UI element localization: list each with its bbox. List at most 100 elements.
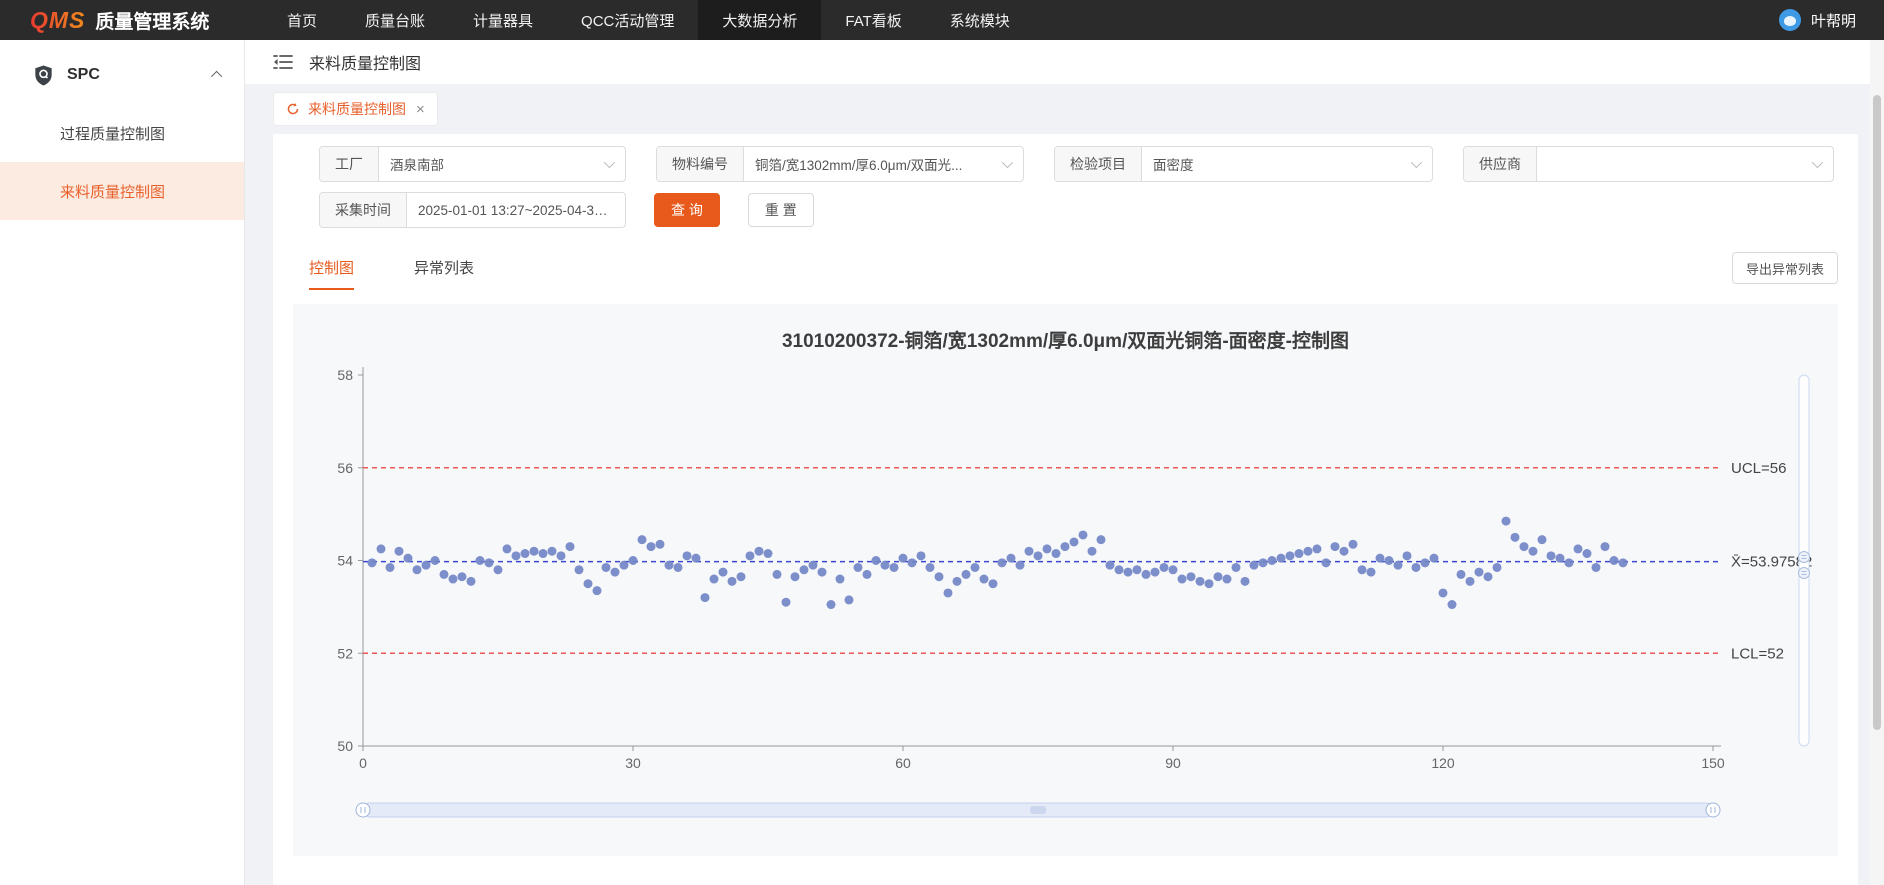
data-point	[1061, 542, 1070, 551]
sidebar-group-spc[interactable]: SPC	[0, 46, 244, 104]
data-point	[1394, 561, 1403, 570]
nav-item-fat-board[interactable]: FAT看板	[821, 0, 925, 40]
user-avatar[interactable]	[1779, 9, 1801, 31]
close-icon[interactable]: ×	[416, 102, 425, 117]
data-point	[827, 600, 836, 609]
data-point	[1169, 565, 1178, 574]
control-chart[interactable]: 50525456580306090120150UCL=56X̄=53.97582…	[293, 353, 1819, 849]
svg-text:LCL=52: LCL=52	[1731, 645, 1784, 662]
page-title: 来料质量控制图	[309, 50, 421, 74]
filter-collect-time-label: 采集时间	[320, 193, 407, 227]
scatter-points[interactable]	[368, 517, 1628, 609]
date-range-input[interactable]: 2025-01-01 13:27~2025-04-30 13:27	[407, 203, 625, 218]
data-point	[530, 547, 539, 556]
factory-select[interactable]: 酒泉南部	[379, 154, 604, 174]
filter-row-2: 采集时间 2025-01-01 13:27~2025-04-30 13:27 查…	[319, 192, 1834, 228]
x-datazoom-handle	[356, 803, 370, 817]
data-point	[854, 563, 863, 572]
data-point	[908, 558, 917, 567]
nav-item-bigdata[interactable]: 大数据分析	[698, 0, 821, 40]
sidebar-item-incoming-quality-chart[interactable]: 来料质量控制图	[0, 162, 244, 220]
nav-item-measuring-tools[interactable]: 计量器具	[449, 0, 557, 40]
data-point	[1025, 547, 1034, 556]
data-point	[566, 542, 575, 551]
filter-supplier: 供应商	[1463, 146, 1834, 182]
export-anomaly-button[interactable]: 导出异常列表	[1732, 252, 1838, 284]
data-point	[872, 556, 881, 565]
data-point	[1097, 535, 1106, 544]
data-point	[1385, 556, 1394, 565]
chart-panel: 31010200372-铜箔/宽1302mm/厚6.0μm/双面光铜箔-面密度-…	[293, 304, 1838, 856]
inspection-select[interactable]: 面密度	[1142, 154, 1411, 174]
tab-chip[interactable]: 来料质量控制图 ×	[273, 92, 438, 126]
data-point	[1070, 537, 1079, 546]
menu-fold-icon[interactable]	[273, 54, 293, 70]
material-select[interactable]: 铜箔/宽1302mm/厚6.0μm/双面光...	[744, 154, 1002, 174]
nav-item-qcc[interactable]: QCC活动管理	[557, 0, 698, 40]
filter-material: 物料编号 铜箔/宽1302mm/厚6.0μm/双面光...	[656, 146, 1024, 182]
data-point	[1466, 577, 1475, 586]
data-point	[818, 568, 827, 577]
scrollbar-thumb[interactable]	[1873, 95, 1881, 730]
open-tabs-bar: 来料质量控制图 ×	[245, 84, 1884, 134]
sidebar-item-process-quality-chart[interactable]: 过程质量控制图	[0, 104, 244, 162]
x-datazoom-handle	[1706, 803, 1720, 817]
svg-text:56: 56	[337, 460, 353, 476]
data-point	[746, 551, 755, 560]
svg-text:54: 54	[337, 553, 353, 569]
chart-title: 31010200372-铜箔/宽1302mm/厚6.0μm/双面光铜箔-面密度-…	[293, 304, 1838, 353]
data-point	[890, 563, 899, 572]
data-point	[1610, 556, 1619, 565]
main-area: 来料质量控制图 来料质量控制图 × 工厂 酒泉南部	[245, 40, 1884, 885]
filter-material-label: 物料编号	[657, 147, 744, 181]
data-point	[539, 549, 548, 558]
date-end: 2025-04-30 13:27	[532, 203, 625, 218]
reset-button[interactable]: 重 置	[748, 193, 814, 227]
data-point	[935, 572, 944, 581]
data-point	[1376, 554, 1385, 563]
tab-anomaly-list[interactable]: 异常列表	[414, 257, 474, 290]
data-point	[1358, 565, 1367, 574]
nav-item-system-module[interactable]: 系统模块	[926, 0, 1034, 40]
data-point	[845, 595, 854, 604]
data-point	[1349, 540, 1358, 549]
chevron-down-icon	[604, 157, 615, 168]
data-point	[1574, 544, 1583, 553]
nav-item-home[interactable]: 首页	[263, 0, 341, 40]
data-point	[701, 593, 710, 602]
data-point	[440, 570, 449, 579]
data-point	[971, 563, 980, 572]
data-point	[1601, 542, 1610, 551]
data-point	[1043, 544, 1052, 553]
y-datazoom-slider[interactable]	[1799, 375, 1810, 746]
svg-text:0: 0	[359, 755, 367, 771]
data-point	[800, 565, 809, 574]
y-datazoom-handle	[1799, 568, 1810, 579]
x-datazoom-slider[interactable]	[356, 803, 1720, 817]
data-point	[863, 570, 872, 579]
page-scrollbar[interactable]	[1870, 40, 1884, 885]
content-card: 工厂 酒泉南部 物料编号 铜箔/宽1302mm/厚6.0μm/双面光... 检验…	[273, 134, 1858, 885]
data-point	[1520, 542, 1529, 551]
data-point	[1304, 547, 1313, 556]
data-point	[1160, 563, 1169, 572]
search-button[interactable]: 查 询	[654, 193, 720, 227]
nav-item-quality-ledger[interactable]: 质量台账	[341, 0, 449, 40]
sidebar: SPC 过程质量控制图 来料质量控制图	[0, 40, 245, 885]
filter-factory: 工厂 酒泉南部	[319, 146, 626, 182]
y-datazoom-handle	[1799, 552, 1810, 563]
data-point	[1178, 575, 1187, 584]
data-point	[1133, 565, 1142, 574]
data-point	[1502, 517, 1511, 526]
data-point	[647, 542, 656, 551]
data-point	[1322, 558, 1331, 567]
data-point	[1241, 577, 1250, 586]
data-point	[1205, 579, 1214, 588]
data-point	[1439, 588, 1448, 597]
refresh-icon[interactable]	[286, 102, 300, 116]
user-menu[interactable]: 叶帮明	[1779, 9, 1884, 31]
data-point	[629, 556, 638, 565]
data-point	[683, 551, 692, 560]
data-point	[395, 547, 404, 556]
tab-control-chart[interactable]: 控制图	[309, 257, 354, 290]
